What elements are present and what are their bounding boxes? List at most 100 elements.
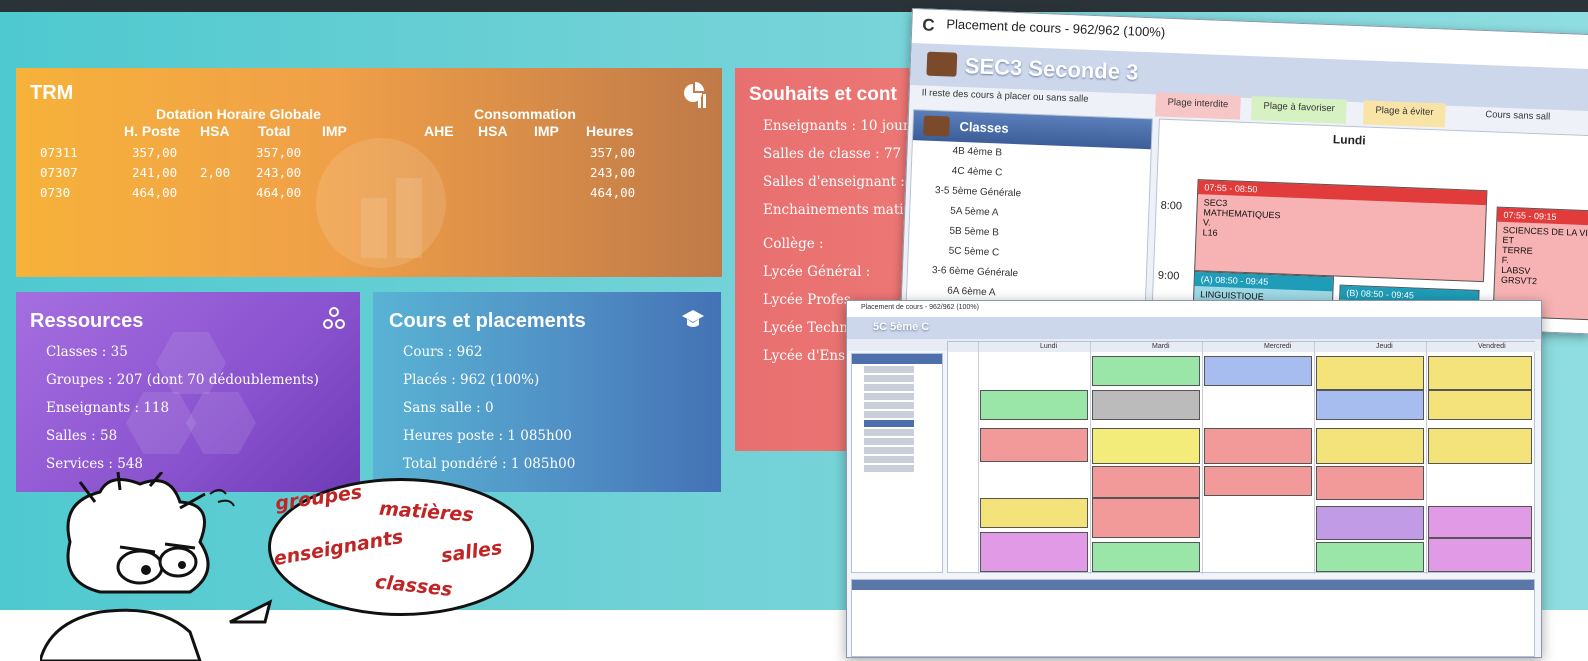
souhaits-line: Enseignants : 10 jour (763, 118, 910, 134)
course-slot[interactable] (980, 390, 1088, 420)
souhaits-title: Souhaits et cont (749, 84, 897, 105)
window-title: Placement de cours - 962/962 (100%) (946, 16, 1166, 40)
cours-line: Total pondéré : 1 085h00 (403, 456, 576, 472)
row-code: 07311 (40, 145, 78, 160)
cours-title: Cours et placements (389, 310, 586, 332)
tree-item[interactable] (864, 375, 914, 382)
row-h-poste: 241,00 (132, 165, 178, 180)
day-column (1426, 342, 1427, 574)
souhaits-line: Lycée Profes (763, 292, 851, 308)
course-slot[interactable] (1316, 428, 1424, 464)
classes-tree-header (852, 354, 942, 364)
tab-plage-eviter[interactable]: Plage à éviter (1362, 100, 1446, 128)
course-slot[interactable] (1316, 390, 1424, 420)
class-name: 5C 5ème C (873, 321, 930, 333)
col-imp-2: IMP (534, 123, 559, 139)
course-slot[interactable] (1092, 356, 1200, 386)
time-label: 8:00 (1160, 199, 1183, 213)
briefcase-icon (923, 115, 950, 137)
course-slot[interactable] (1428, 506, 1532, 538)
tree-item-selected[interactable] (864, 420, 914, 427)
course-slot[interactable] (1092, 466, 1200, 498)
tab-plage-interdite[interactable]: Plage interdite (1155, 92, 1241, 120)
course-slot[interactable] (1204, 428, 1312, 464)
course-slot[interactable] (980, 498, 1088, 528)
tree-item[interactable] (864, 393, 914, 400)
course-slot[interactable] (1428, 428, 1532, 464)
tree-item[interactable] (864, 438, 914, 445)
day-column (978, 342, 979, 574)
row-heures: 464,00 (590, 185, 636, 200)
course-slot[interactable] (1428, 390, 1532, 420)
ressources-line: Salles : 58 (46, 428, 118, 444)
ressources-line: Services : 548 (46, 456, 144, 472)
tree-item[interactable] (864, 447, 914, 454)
classes-tree-title: Classes (959, 118, 1009, 136)
day-header-row: Lundi Mardi Mercredi Jeudi Vendredi (948, 342, 1536, 352)
souhaits-line: Lycée d'Ens (763, 348, 846, 364)
cours-line: Cours : 962 (403, 344, 483, 360)
day-header: Mardi (1152, 343, 1170, 350)
course-slot[interactable] (1316, 506, 1424, 540)
classes-tree[interactable]: Classes 4B 4ème B 4C 4ème C 3-5 5ème Gén… (905, 109, 1153, 319)
tree-item[interactable] (864, 366, 914, 373)
day-header: Vendredi (1478, 343, 1506, 350)
col-heures: Heures (586, 123, 634, 139)
placement-window-large[interactable]: C Placement de cours - 962/962 (100%) SE… (900, 8, 1588, 335)
course-slot[interactable] (980, 532, 1088, 572)
bubble-word: matières (378, 497, 475, 527)
bottom-panel-header (852, 580, 1534, 590)
bottom-panels[interactable] (851, 579, 1535, 657)
col-hsa: HSA (200, 123, 230, 139)
timetable-grid[interactable]: Lundi Mardi Mercredi Jeudi Vendredi (947, 341, 1536, 574)
course-slot[interactable] (1092, 542, 1200, 572)
tree-item[interactable] (864, 402, 914, 409)
souhaits-line: Salles d'enseignant : (763, 174, 905, 190)
row-total: 464,00 (256, 185, 302, 200)
row-heures: 243,00 (590, 165, 636, 180)
bubble-word: salles (439, 536, 504, 568)
row-h-poste: 464,00 (132, 185, 178, 200)
souhaits-line: Collège : (763, 236, 824, 252)
row-code: 0730 (40, 185, 71, 200)
course-slot[interactable]: 07:55 - 08:50 SEC3 MATHEMATIQUES V. L16 (1194, 179, 1488, 283)
row-hsa: 2,00 (200, 165, 231, 180)
course-slot[interactable] (980, 428, 1088, 462)
bar-watermark (396, 178, 422, 258)
slot-group: GRSVT2 (1500, 274, 1538, 287)
col-ahe: AHE (424, 123, 454, 139)
cours-panel[interactable]: Cours et placements Cours : 962 Placés :… (373, 292, 721, 492)
row-code: 07307 (40, 165, 78, 180)
placement-window-small[interactable]: Placement de cours - 962/962 (100%) 5C 5… (846, 300, 1542, 658)
course-slot[interactable] (1428, 356, 1532, 390)
row-total: 357,00 (256, 145, 302, 160)
row-heures: 357,00 (590, 145, 636, 160)
class-name: SEC3 Seconde 3 (964, 53, 1139, 85)
consommation-header: Consommation (474, 106, 576, 122)
course-slot[interactable] (1204, 466, 1312, 496)
course-slot[interactable] (1316, 542, 1424, 572)
course-slot[interactable] (1204, 356, 1312, 386)
tab-cours-sans-salle[interactable]: Cours sans sall (1473, 105, 1563, 132)
day-column (1202, 342, 1203, 574)
classes-tree[interactable] (851, 353, 943, 573)
briefcase-icon (926, 51, 958, 77)
tree-item[interactable] (864, 465, 914, 472)
course-slot[interactable] (1092, 498, 1200, 538)
course-slot[interactable] (1092, 428, 1200, 464)
tree-item[interactable] (864, 411, 914, 418)
cours-line: Heures poste : 1 085h00 (403, 428, 572, 444)
tree-item[interactable] (864, 384, 914, 391)
trm-title: TRM (30, 82, 74, 104)
course-slot[interactable] (1092, 390, 1200, 420)
trm-panel[interactable]: TRM Dotation Horaire Globale Consommatio… (16, 68, 722, 277)
ressources-panel[interactable]: Ressources Classes : 35 Groupes : 207 (d… (16, 292, 360, 492)
tree-item[interactable] (864, 429, 914, 436)
course-slot[interactable] (1316, 466, 1424, 500)
tree-item[interactable] (864, 456, 914, 463)
cours-line: Placés : 962 (100%) (403, 372, 540, 388)
course-slot[interactable] (1428, 538, 1532, 572)
window-titlebar[interactable]: Placement de cours - 962/962 (100%) (847, 301, 1541, 317)
course-slot[interactable] (1316, 356, 1424, 390)
tab-plage-favoriser[interactable]: Plage à favoriser (1250, 96, 1348, 124)
